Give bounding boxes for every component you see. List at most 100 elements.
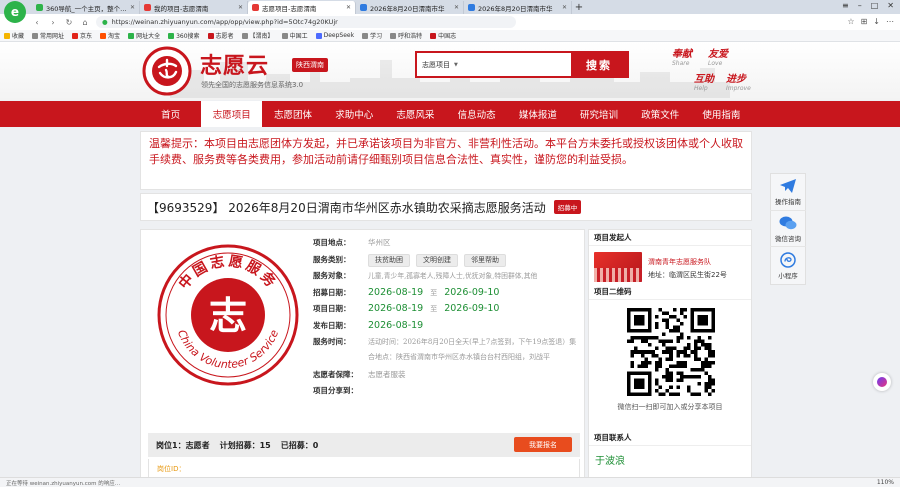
org-address: 地址：临渭区民生街22号: [648, 271, 727, 279]
bookmark-item[interactable]: 淘宝: [100, 31, 120, 40]
brand-title[interactable]: 志愿云: [200, 48, 269, 80]
project-detail-panel: 中国志愿服务 China Volunteer Service 志 项目地点： 华州…: [140, 229, 585, 487]
bookmark-item[interactable]: 【渭南】: [241, 31, 274, 40]
wechat-button[interactable]: 微信咨询: [770, 211, 806, 248]
close-icon[interactable]: ✕: [562, 4, 567, 11]
nav-item[interactable]: 志愿项目: [201, 101, 263, 127]
category-tag[interactable]: 扶贫助困: [368, 253, 410, 267]
plan-count: 计划招募：15: [219, 440, 271, 450]
favicon-icon: [36, 4, 43, 11]
guide-button[interactable]: 操作指南: [770, 174, 806, 211]
download-icon[interactable]: ↓: [873, 17, 880, 26]
star-icon[interactable]: ☆: [847, 17, 854, 26]
contact-name: 于波浪: [595, 456, 625, 467]
reload-icon[interactable]: ↻: [64, 18, 74, 27]
org-photo[interactable]: [594, 252, 642, 282]
bookmark-item[interactable]: 常用网址: [32, 31, 64, 40]
qr-caption: 微信扫一扫即可加入或分享本项目: [617, 403, 723, 411]
address-bar: ‹ › ↻ ⌂ ● https://weinan.zhiyuanyun.com/…: [0, 14, 900, 30]
close-window-icon[interactable]: ✕: [887, 1, 894, 10]
window-controls: ≡ – □ ✕: [842, 1, 894, 10]
folder-icon: [241, 32, 248, 39]
favicon-icon: [252, 4, 259, 11]
search-button[interactable]: 搜索: [571, 53, 627, 76]
close-icon[interactable]: ✕: [346, 4, 351, 11]
minimize-icon[interactable]: –: [858, 1, 862, 10]
browser-tab-active[interactable]: 志愿项目-志愿渭南 ✕: [248, 1, 356, 14]
bookmark-item[interactable]: 志愿者: [207, 31, 234, 40]
new-tab-button[interactable]: +: [572, 1, 586, 14]
maximize-icon[interactable]: □: [871, 1, 879, 10]
browser-tab[interactable]: 2026年8月20日渭南市华 ✕: [464, 1, 572, 14]
position-stats-bar: 岗位1：志愿者 计划招募：15 已招募：0 我要报名: [148, 433, 580, 457]
main-nav: 首页 志愿项目 志愿团体 求助中心 志愿风采 信息动态 媒体报道 研究培训 政策文件 使用指南: [0, 101, 900, 127]
bookmark-item[interactable]: 收藏: [4, 31, 24, 40]
org-name[interactable]: 渭南青年志愿服务队: [648, 257, 711, 267]
nav-item[interactable]: 研究培训: [568, 101, 629, 127]
nav-item[interactable]: 政策文件: [630, 101, 691, 127]
folder-icon: [281, 32, 288, 39]
forward-icon[interactable]: ›: [48, 18, 58, 27]
assistant-button[interactable]: [873, 373, 891, 391]
home-icon[interactable]: ⌂: [80, 18, 90, 27]
emblem-center-text: 志: [209, 293, 247, 338]
category-tag[interactable]: 邻里帮助: [464, 253, 506, 267]
close-icon[interactable]: ✕: [130, 4, 135, 11]
more-icon[interactable]: ⋯: [886, 17, 894, 26]
category-tag[interactable]: 文明创建: [416, 253, 458, 267]
bookmark-item[interactable]: DeepSeek: [315, 32, 354, 39]
nav-item[interactable]: 媒体报道: [507, 101, 568, 127]
bookmark-item[interactable]: 学习: [362, 31, 382, 40]
info-category: 服务类别： 扶贫助困 文明创建 邻里帮助: [313, 253, 583, 267]
nav-item[interactable]: 信息动态: [446, 101, 507, 127]
bookmark-item[interactable]: 网址大全: [128, 31, 160, 40]
mini-program-button[interactable]: 小程序: [770, 247, 806, 284]
favicon-icon: [128, 32, 135, 39]
info-project-date: 项目日期： 2026-08-19 至 2026-09-10: [313, 303, 500, 314]
nav-item[interactable]: 求助中心: [324, 101, 385, 127]
favicon-icon: [468, 4, 475, 11]
close-icon[interactable]: ✕: [238, 4, 243, 11]
apply-button[interactable]: 我要报名: [514, 437, 572, 452]
favicon-icon: [168, 32, 175, 39]
nav-item[interactable]: 志愿风采: [385, 101, 446, 127]
favicon-icon: [207, 32, 214, 39]
browser-tab[interactable]: 我的项目-志愿渭南 ✕: [140, 1, 248, 14]
close-icon[interactable]: ✕: [454, 4, 459, 11]
info-service-time: 服务时间： 活动时间：2026年8月20日全天(早上7点签到，下午19点签退）集合…: [313, 337, 577, 361]
bookmark-item[interactable]: 中国志: [430, 31, 456, 40]
folder-icon: [390, 32, 397, 39]
project-title: 【9693529】 2026年8月20日渭南市华州区赤水镇助农采摘志愿服务活动: [147, 200, 546, 215]
extension-icon[interactable]: ⊞: [861, 17, 868, 26]
qr-section: 微信扫一扫即可加入或分享本项目: [589, 300, 751, 430]
zoom-level[interactable]: 110%: [877, 479, 894, 486]
initiator-org[interactable]: 渭南青年志愿服务队 地址：临渭区民生街22号: [589, 246, 751, 284]
nav-item[interactable]: 志愿团体: [262, 101, 323, 127]
motto-item: 互助 Help: [694, 74, 714, 92]
folder-icon: [32, 32, 39, 39]
browser-tab[interactable]: 360导航_一个主页，整个世界 ✕: [32, 1, 140, 14]
qr-code-icon: [627, 308, 715, 396]
folder-icon: [362, 32, 369, 39]
assistant-icon: [877, 377, 887, 387]
china-volunteer-service-emblem: 中国志愿服务 China Volunteer Service 志: [157, 244, 299, 386]
menu-icon[interactable]: ≡: [842, 1, 849, 10]
bookmark-item[interactable]: 呼和浩特: [390, 31, 422, 40]
brand-emblem-icon[interactable]: [142, 46, 192, 96]
nav-item[interactable]: 首页: [140, 101, 201, 127]
paper-plane-icon: [780, 178, 796, 193]
search-category-select[interactable]: 志愿项目 ▼: [417, 53, 571, 76]
url-input[interactable]: ● https://weinan.zhiyuanyun.com/app/opp/…: [96, 16, 516, 28]
browser-status-bar: 正在等待 weinan.zhiyuanyun.com 的响应… 110%: [0, 477, 900, 487]
nav-item[interactable]: 使用指南: [691, 101, 752, 127]
info-location: 项目地点： 华州区: [313, 238, 391, 247]
browser-logo-icon[interactable]: e: [4, 1, 26, 23]
favicon-icon: [100, 32, 107, 39]
motto-item: 友爱 Love: [708, 49, 728, 67]
back-icon[interactable]: ‹: [32, 18, 42, 27]
bookmark-item[interactable]: 360搜索: [168, 31, 200, 40]
browser-tab[interactable]: 2026年8月20日渭南市华 ✕: [356, 1, 464, 14]
bookmark-item[interactable]: 京东: [72, 31, 92, 40]
bookmark-item[interactable]: 中国工: [281, 31, 308, 40]
region-badge[interactable]: 陕西渭南: [292, 58, 328, 72]
